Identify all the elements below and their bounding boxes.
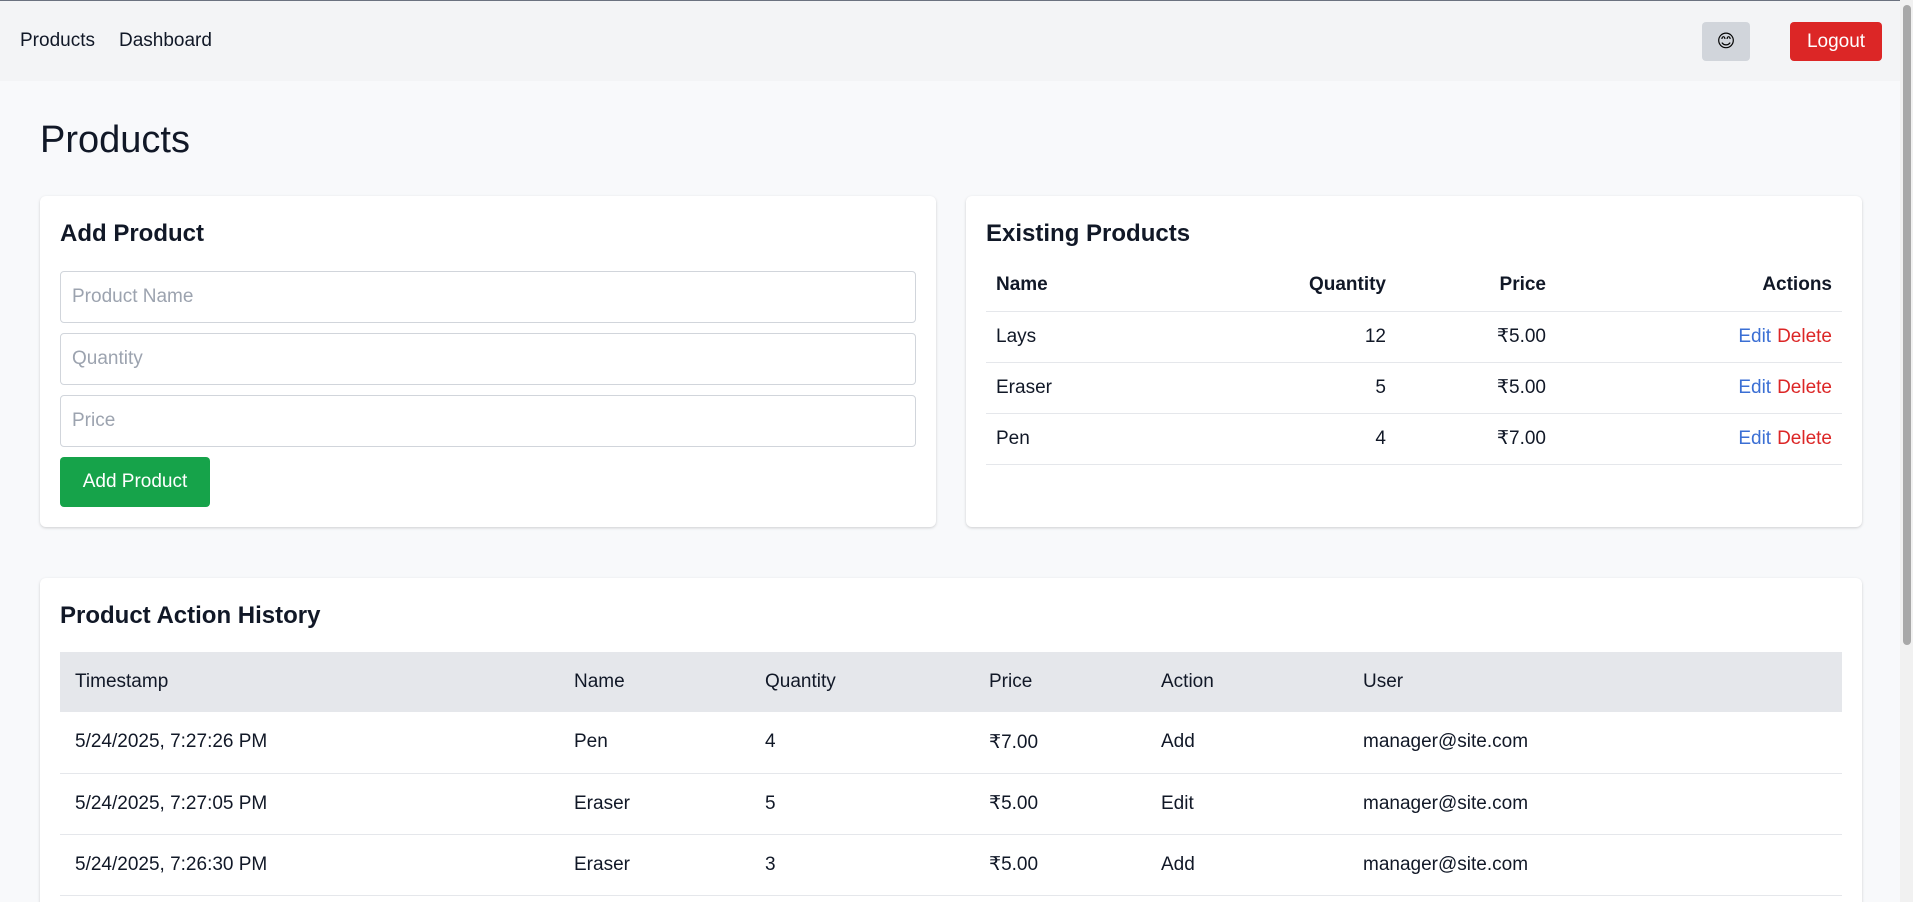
header-user: User [1348,652,1842,712]
page-title: Products [40,119,190,161]
smiley-icon: 😊 [1716,31,1736,52]
product-price: ₹5.00 [1396,310,1556,362]
price-input[interactable] [60,395,916,447]
history-action: Add [1146,834,1348,896]
header-quantity: Quantity [1308,274,1386,296]
history-action: Add [1146,712,1348,774]
header-name: Name [559,652,750,712]
delete-link[interactable]: Delete [1777,377,1832,398]
add-product-card: Add Product Add Product [40,196,936,527]
history-timestamp: 5/24/2025, 7:27:05 PM [60,773,559,835]
product-quantity: 5 [1216,361,1396,413]
header-actions: Actions [1762,274,1832,296]
quantity-input[interactable] [60,333,916,385]
add-product-title: Add Product [60,220,204,247]
table-row: Lays 12 ₹5.00 Edit Delete [986,310,1842,362]
history-name: Pen [559,712,750,774]
table-row: 5/24/2025, 7:27:26 PM Pen 4 ₹7.00 Add ma… [60,712,1842,774]
history-price: ₹7.00 [974,712,1146,774]
scrollbar-thumb[interactable] [1903,5,1911,645]
product-quantity: 4 [1216,412,1396,465]
theme-toggle-button[interactable]: 😊 [1702,22,1750,61]
nav-dashboard-link[interactable]: Dashboard [119,30,212,52]
product-name: Pen [986,412,1216,465]
history-user: manager@site.com [1348,712,1842,774]
history-price: ₹5.00 [974,834,1146,896]
history-timestamp: 5/24/2025, 7:26:30 PM [60,834,559,896]
product-actions: Edit Delete [1556,361,1842,413]
product-price: ₹7.00 [1396,412,1556,465]
history-name: Eraser [559,834,750,896]
action-history-title: Product Action History [60,602,321,629]
header-price: Price [974,652,1146,712]
product-price: ₹5.00 [1396,361,1556,413]
product-name: Eraser [986,361,1216,413]
delete-link[interactable]: Delete [1777,326,1832,347]
product-name: Lays [986,310,1216,362]
nav-products-link[interactable]: Products [20,30,95,52]
top-navbar: Products Dashboard 😊 Logout [0,0,1900,81]
action-history-table: Timestamp Name Quantity Price Action Use… [60,652,1842,896]
edit-link[interactable]: Edit [1738,428,1771,449]
add-product-button[interactable]: Add Product [60,457,210,507]
header-price: Price [1499,274,1546,296]
product-name-input[interactable] [60,271,916,323]
table-header-row: Name Quantity Price Actions [986,260,1842,311]
edit-link[interactable]: Edit [1738,326,1771,347]
existing-products-title: Existing Products [986,220,1191,247]
header-name: Name [996,274,1048,296]
product-actions: Edit Delete [1556,310,1842,362]
edit-link[interactable]: Edit [1738,377,1771,398]
history-name: Eraser [559,773,750,835]
history-user: manager@site.com [1348,773,1842,835]
product-actions: Edit Delete [1556,412,1842,465]
delete-link[interactable]: Delete [1777,428,1832,449]
logout-button[interactable]: Logout [1790,22,1882,61]
history-user: manager@site.com [1348,834,1842,896]
existing-products-card: Existing Products Name Quantity Price Ac… [966,196,1862,527]
history-timestamp: 5/24/2025, 7:27:26 PM [60,712,559,774]
table-header-row: Timestamp Name Quantity Price Action Use… [60,652,1842,712]
header-action: Action [1146,652,1348,712]
table-row: 5/24/2025, 7:26:30 PM Eraser 3 ₹5.00 Add… [60,834,1842,896]
existing-products-table: Name Quantity Price Actions Lays 12 ₹5.0… [986,260,1842,465]
table-row: 5/24/2025, 7:27:05 PM Eraser 5 ₹5.00 Edi… [60,773,1842,835]
history-quantity: 4 [750,712,974,774]
product-quantity: 12 [1216,310,1396,362]
table-row: Eraser 5 ₹5.00 Edit Delete [986,361,1842,413]
history-action: Edit [1146,773,1348,835]
history-price: ₹5.00 [974,773,1146,835]
table-row: Pen 4 ₹7.00 Edit Delete [986,412,1842,465]
header-quantity: Quantity [750,652,974,712]
history-quantity: 5 [750,773,974,835]
history-quantity: 3 [750,834,974,896]
action-history-card: Product Action History Timestamp Name Qu… [40,578,1862,902]
header-timestamp: Timestamp [60,652,559,712]
